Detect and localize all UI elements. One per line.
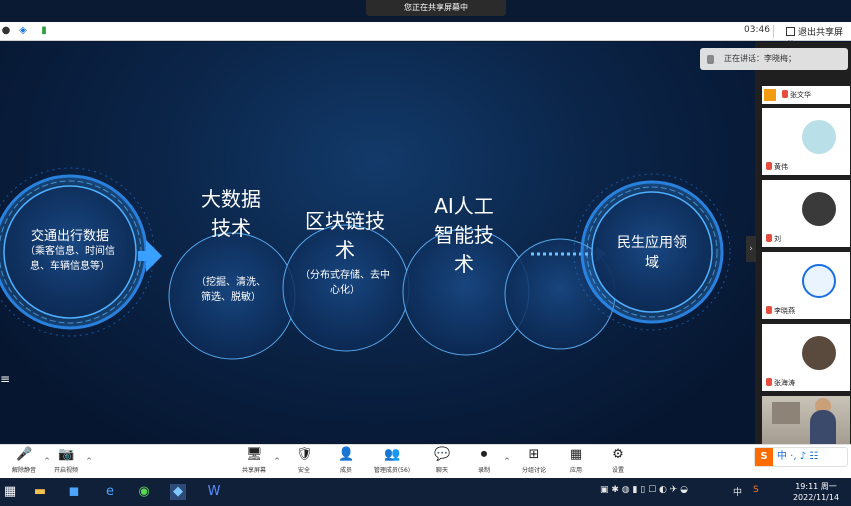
menu-icon[interactable]: ≡	[0, 372, 10, 386]
signal-icon: ▮	[41, 25, 47, 36]
mic-muted-icon	[766, 306, 772, 314]
info-icon[interactable]: ●	[0, 25, 12, 37]
big-data-title: 大数据技术	[201, 187, 261, 240]
camera-off-icon: 📷	[58, 447, 75, 462]
gear-icon: ⚙	[612, 447, 624, 462]
mic-muted-icon	[766, 234, 772, 242]
folder-icon[interactable]: ▬	[32, 484, 48, 500]
share-screen-button[interactable]: 🖥 共享屏幕 ^	[230, 447, 280, 474]
shared-slide: 交通出行数据 （乘客信息、时间信息、车辆信息等） 大数据技术 （挖掘、清洗、筛选…	[0, 42, 755, 442]
sogou-logo-icon: S	[755, 448, 773, 466]
meeting-controls: 🎤 解除静音 ^ 📷 开启视频 ^ 🖥 共享屏幕 ^ 🛡 安全 👤 成员 👥 管理成员(56) 💬…	[0, 444, 851, 478]
host-badge-icon	[764, 89, 776, 101]
speaking-indicator: 正在讲话：李晓梅；	[700, 48, 848, 70]
unmute-button[interactable]: 🎤 解除静音 ^	[0, 447, 50, 474]
avatar	[802, 336, 836, 370]
participant-tile[interactable]: 李晓燕	[762, 252, 850, 319]
big-data-subtitle: （挖掘、清洗、筛选、脱敏）	[196, 277, 266, 303]
start-icon[interactable]: ▦	[2, 484, 18, 500]
ime-toolbar[interactable]: S 中 ·, ♪ ☷	[754, 447, 848, 467]
exit-icon	[786, 27, 795, 36]
breakout-icon: ⊞	[528, 447, 540, 462]
background-frame	[772, 402, 800, 424]
tray-icons[interactable]: ▣ ✱ ◍ ▮ ▯ ☐ ◐ ✈ ◒	[600, 485, 688, 495]
manage-members-button[interactable]: 👥 管理成员(56)	[368, 447, 416, 474]
participant-name: 李晓燕	[774, 307, 795, 315]
chat-button[interactable]: 💬 聊天	[418, 447, 466, 474]
clock-date: 2022/11/14	[792, 493, 840, 502]
members-button[interactable]: 👤 成员	[322, 447, 370, 474]
apps-button[interactable]: ▦ 应用	[552, 447, 600, 474]
input-language[interactable]: 中	[733, 485, 742, 498]
manage-members-icon: 👥	[384, 447, 401, 462]
word-icon[interactable]: W	[206, 484, 222, 500]
record-icon: ⏺	[480, 447, 488, 462]
participant-name: 黄伟	[774, 163, 788, 171]
participant-video[interactable]	[762, 396, 850, 444]
blockchain-title: 区块链技术	[305, 209, 385, 262]
start-video-button[interactable]: 📷 开启视频 ^	[42, 447, 92, 474]
mic-muted-icon	[766, 378, 772, 386]
participant-tile[interactable]: 张文华	[762, 86, 850, 104]
system-clock[interactable]: 19:11 周一 2022/11/14	[786, 481, 846, 503]
avatar	[802, 192, 836, 226]
store-icon[interactable]: ◼	[66, 484, 82, 500]
browser-e-icon[interactable]: e	[102, 484, 118, 500]
shield-icon[interactable]: ◈	[17, 25, 29, 37]
person-body	[810, 410, 836, 444]
destination-title: 民生应用领域	[617, 235, 687, 271]
security-button[interactable]: 🛡 安全	[280, 447, 328, 474]
screen: 您正在共享屏幕中 ● ◈ ▮ 03:46 退出共享屏幕	[0, 0, 851, 506]
ai-title: AI人工智能技术	[434, 194, 494, 276]
mic-off-icon: 🎤	[16, 447, 33, 462]
data-source-title: 交通出行数据	[30, 229, 109, 244]
arrow-shaft	[138, 251, 148, 261]
avatar	[802, 264, 836, 298]
mic-muted-icon	[766, 162, 772, 170]
speaking-text: 正在讲话：李晓梅；	[724, 54, 796, 63]
arrow-icon	[146, 240, 162, 272]
windows-taskbar: ▦ ▬ ◼ e ◉ ◆ W ▣ ✱ ◍ ▮ ▯ ☐ ◐ ✈ ◒ 中 S 19:1…	[0, 478, 851, 506]
divider	[773, 25, 774, 38]
participant-name: 刘	[774, 235, 781, 243]
data-source-subtitle: （乘客信息、时间信息、车辆信息等）	[25, 246, 115, 272]
participant-name: 张文华	[790, 91, 811, 99]
breakout-button[interactable]: ⊞ 分组讨论	[510, 447, 558, 474]
meeting-topbar: ● ◈ ▮ 03:46 退出共享屏幕	[0, 22, 851, 51]
settings-button[interactable]: ⚙ 设置	[594, 447, 642, 474]
chat-icon: 💬	[434, 447, 451, 462]
meeting-timer: 03:46	[744, 25, 770, 35]
avatar	[802, 120, 836, 154]
ime-status: 中 ·, ♪ ☷	[777, 451, 819, 462]
share-screen-icon: 🖥	[246, 447, 263, 462]
member-icon: 👤	[338, 447, 355, 462]
meeting-app-icon[interactable]: ◆	[170, 484, 186, 500]
mic-muted-icon	[782, 90, 788, 98]
share-banner: 您正在共享屏幕中	[366, 0, 506, 16]
apps-icon: ▦	[569, 447, 583, 462]
sogou-tray-icon[interactable]: S	[753, 485, 759, 495]
browser-icon[interactable]: ◉	[136, 484, 152, 500]
participant-name: 张海涛	[774, 379, 795, 387]
chevron-up-icon[interactable]: ^	[86, 457, 92, 465]
panel-toggle-button[interactable]: ›	[746, 236, 756, 262]
record-button[interactable]: ⏺ 录制 ^	[460, 447, 510, 474]
participant-tile[interactable]: 刘	[762, 180, 850, 247]
clock-time: 19:11 周一	[795, 482, 837, 491]
shield-icon: 🛡	[296, 447, 313, 462]
mic-icon	[707, 55, 714, 64]
participant-tile[interactable]: 黄伟	[762, 108, 850, 175]
blockchain-subtitle: （分布式存储、去中心化）	[300, 270, 390, 296]
participant-tile[interactable]: 张海涛	[762, 324, 850, 391]
